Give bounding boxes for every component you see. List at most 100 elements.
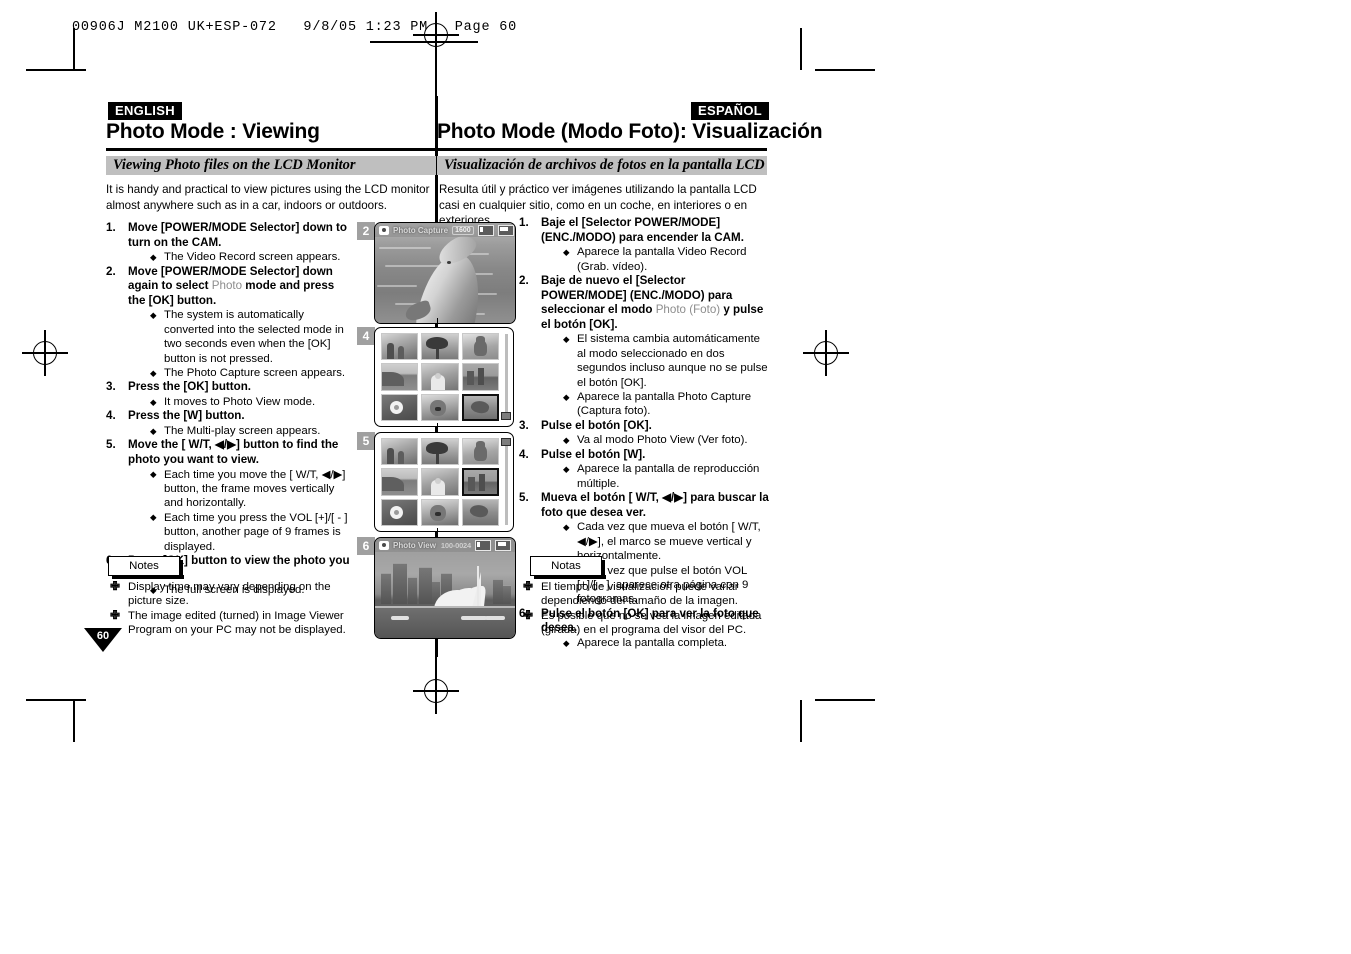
page-title-spanish: Photo Mode (Modo Foto): Visualización [437,120,823,143]
note-item: El tiempo de visualización puede variar … [519,579,771,609]
step-bullet-list: Each time you move the [ W/T, ◀/▶] butto… [128,467,354,554]
step-bullet: Each time you move the [ W/T, ◀/▶] butto… [128,467,354,511]
title-rule-spanish [437,148,767,151]
step-text-pre: Pulse el botón [OK]. [541,418,652,432]
notes-label-box-spanish: Notas [530,556,606,580]
step-text: Move the [ W/T, ◀/▶] button to find the … [128,438,354,467]
illustration-connector-tick [437,318,438,328]
camera-icon [379,540,389,550]
step-text-pre: Baje el [Selector POWER/MODE] (ENC./MODO… [541,216,744,244]
thumbnail-cell[interactable] [381,468,419,496]
step-bullet: It moves to Photo View mode. [128,394,354,409]
step-bullet: Va al modo Photo View (Ver foto). [541,433,769,448]
thumbnail-dog [422,394,458,420]
thumbnail-flower [382,394,418,420]
thumbnail-cat [462,439,498,465]
step-bullet-list: The Multi-play screen appears. [128,423,354,438]
thumbnail-cell[interactable] [381,438,419,466]
boat [485,616,505,620]
thumbnail-people [382,439,418,465]
photo-city-harbour [375,538,515,638]
manual-page: ENGLISH Photo Mode : Viewing Viewing Pho… [0,0,1351,954]
thumbnail-cell[interactable] [461,498,499,526]
note-item: The image edited (turned) in Image Viewe… [106,608,356,638]
thumbnail-cell[interactable] [381,498,419,526]
step-list-english: 1. Move [POWER/MODE Selector] down to tur… [106,221,354,598]
step-bullet: Aparece la pantalla de reproducción múlt… [541,462,769,491]
step-number: 2. [106,264,116,278]
step-bullet: Aparece la pantalla Video Record (Grab. … [541,245,769,274]
step-text: Pulse el botón [OK]. [541,419,769,434]
section-heading-english: Viewing Photo files on the LCD Monitor [106,156,436,175]
thumbnail-cell[interactable] [421,363,459,391]
thumbnail-dolphin [463,395,497,419]
note-item: Es posible que no se vea la imagen edita… [519,608,771,638]
thumbnail-cell[interactable] [461,333,499,361]
thumbnail-cell[interactable] [381,393,419,421]
step-bullet-list: El sistema cambia automáticamente al mod… [541,332,769,418]
building [393,563,407,604]
illustration-connector-tick [437,215,438,223]
multi-play-scroll-thumb[interactable] [500,438,511,446]
step-text: Pulse el botón [W]. [541,448,769,463]
step-number: 3. [519,418,529,432]
step-item: 1. Baje el [Selector POWER/MODE] (ENC./MO… [519,216,769,274]
illustration-connector-tick [437,528,438,538]
step-bullet: El sistema cambia automáticamente al mod… [541,332,769,390]
thumbnail-cell[interactable] [421,468,459,496]
notes-list-english: Display time may vary depending on the p… [106,579,356,638]
step-text: Press the [W] button. [128,409,354,424]
step-item: 5. Move the [ W/T, ◀/▶] button to find th… [106,438,354,554]
notes-list-spanish: El tiempo de visualización puede variar … [519,579,771,638]
step-bullet-list: It moves to Photo View mode. [128,394,354,409]
step-text-highlight: Photo [211,279,243,293]
step-bullet: Aparece la pantalla Photo Capture (Captu… [541,390,769,419]
step-number: 5. [106,438,116,452]
thumbnail-palm [422,334,458,360]
thumbnail-cell[interactable] [381,363,419,391]
thumbnail-group [422,469,458,495]
step-bullet: The Multi-play screen appears. [128,423,354,438]
lcd-screen: Photo View 100-0024 [374,537,516,639]
step-item: 3. Pulse el botón [OK].Va al modo Photo V… [519,419,769,448]
thumbnail-cell[interactable] [461,438,499,466]
thumbnail-cell-selected[interactable] [461,468,499,496]
thumbnail-cell[interactable] [421,393,459,421]
step-item: 2. Move [POWER/MODE Selector] down again … [106,265,354,381]
thumbnail-cell[interactable] [461,363,499,391]
resolution-badge: 1600 [452,225,474,235]
step-number: 4. [106,409,116,423]
step-bullet-list: The Video Record screen appears. [128,250,354,265]
thumbnail-dog [422,499,458,525]
step-bullet-list: The system is automatically converted in… [128,308,354,380]
page-number-text: 60 [96,630,110,642]
building [419,567,432,604]
thumbnail-palm [422,439,458,465]
step-number: 4. [519,447,529,461]
thumbnail-coast [382,469,418,495]
step-number: 1. [519,216,529,229]
lcd-status-bar: Photo Capture 1600 [375,223,515,237]
step-item: 1. Move [POWER/MODE Selector] down to tur… [106,221,354,265]
step-bullet: The system is automatically converted in… [128,308,354,366]
boat [461,616,487,620]
battery-icon [497,224,514,236]
intro-paragraph-english: It is handy and practical to view pictur… [106,183,430,212]
step-text: Mueva el botón [ W/T, ◀/▶] para buscar l… [541,491,769,520]
step-bullet: The Video Record screen appears. [128,250,354,265]
step-text: Baje el [Selector POWER/MODE] (ENC./MODO… [541,216,769,245]
thumbnail-cell[interactable] [421,333,459,361]
multi-play-scrollbar[interactable] [505,334,508,420]
step-text-pre: Move [POWER/MODE Selector] down to turn … [128,221,348,249]
multi-play-scrollbar[interactable] [505,439,508,525]
thumbnail-cell[interactable] [421,498,459,526]
thumbnail-cell[interactable] [381,333,419,361]
multi-play-scroll-thumb[interactable] [500,412,511,420]
thumbnail-cell[interactable] [421,438,459,466]
notes-box-shadow-right [179,560,184,579]
step-text-pre: Press the [OK] button. [128,380,252,394]
page-title-english: Photo Mode : Viewing [106,120,320,143]
lcd-mode-title: Photo View [393,540,436,550]
thumbnail-cell-selected[interactable] [461,393,499,421]
step-bullet-list: Aparece la pantalla Video Record (Grab. … [541,245,769,274]
